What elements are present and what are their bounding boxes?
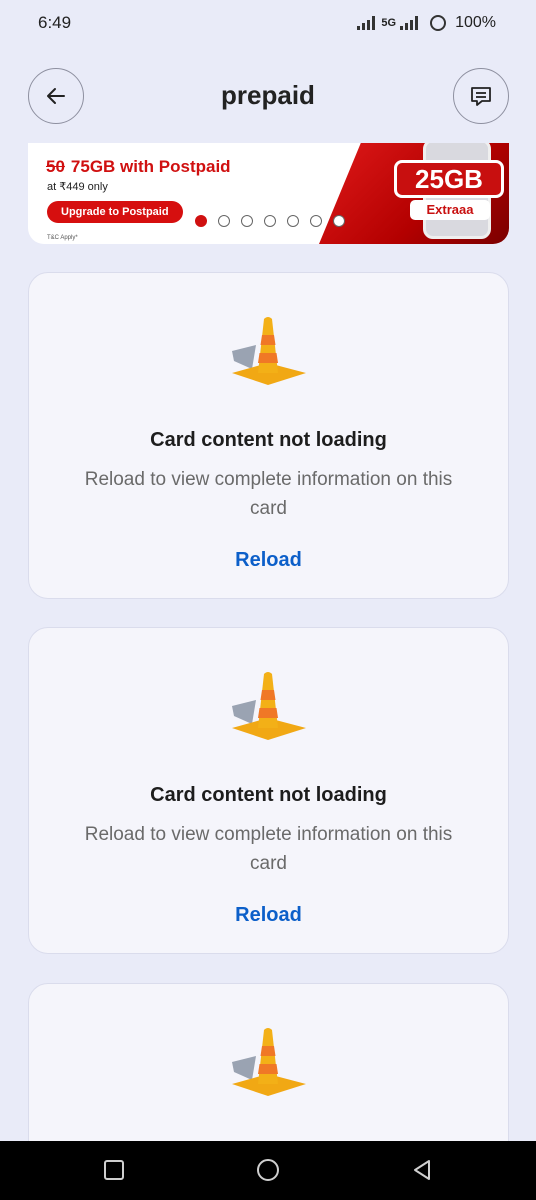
- traffic-cone-icon: [232, 672, 306, 740]
- carousel-dot[interactable]: [333, 215, 345, 227]
- carousel-dot[interactable]: [310, 215, 322, 227]
- carousel-dot[interactable]: [287, 215, 299, 227]
- status-bar: 6:49 5G 100%: [0, 0, 536, 46]
- banner-subtext: at ₹449 only: [47, 181, 108, 193]
- signal-icon: [357, 16, 376, 30]
- carousel-dot[interactable]: [195, 215, 207, 227]
- carousel-dot[interactable]: [241, 215, 253, 227]
- card-message: Reload to view complete information on t…: [84, 824, 453, 874]
- traffic-cone-icon: [232, 1028, 306, 1096]
- signal-icon: [400, 16, 419, 30]
- error-card: Card content not loading Reload to view …: [28, 627, 509, 954]
- home-icon[interactable]: [256, 1158, 280, 1182]
- carousel-indicator: [195, 215, 345, 227]
- banner-terms: T&C Apply*: [47, 235, 78, 241]
- card-title: Card content not loading: [150, 429, 387, 451]
- reload-button[interactable]: Reload: [29, 904, 508, 927]
- banner-headline: 50 75GB with Postpaid: [46, 157, 231, 177]
- carousel-dot[interactable]: [264, 215, 276, 227]
- status-icons: 5G 100%: [357, 14, 496, 32]
- banner-badge-main: 25GB: [394, 160, 504, 198]
- chat-button[interactable]: [453, 68, 509, 124]
- traffic-cone-icon: [232, 317, 306, 385]
- status-time: 6:49: [38, 13, 72, 32]
- card-title: Card content not loading: [150, 784, 387, 806]
- battery-level: 100%: [455, 14, 496, 31]
- chat-bubble-icon: [471, 87, 491, 106]
- system-nav-bar: [0, 1141, 536, 1200]
- error-card: Card content not loading Reload to view …: [28, 272, 509, 599]
- reload-button[interactable]: Reload: [29, 549, 508, 572]
- back-nav-icon[interactable]: [411, 1159, 433, 1181]
- banner-headline-text: 75GB with Postpaid: [70, 157, 231, 176]
- card-message: Reload to view complete information on t…: [84, 469, 453, 519]
- banner-old-value: 50: [46, 157, 65, 176]
- banner-badge-sub: Extraaa: [410, 200, 490, 220]
- upgrade-button[interactable]: Upgrade to Postpaid: [47, 201, 183, 223]
- recents-icon[interactable]: [103, 1159, 125, 1181]
- battery-saver-icon: [430, 15, 447, 31]
- carousel-dot[interactable]: [218, 215, 230, 227]
- promo-banner[interactable]: 25GB Extraaa 50 75GB with Postpaid at ₹4…: [28, 143, 509, 244]
- network-type: 5G: [381, 17, 397, 29]
- page-header: prepaid: [0, 68, 536, 124]
